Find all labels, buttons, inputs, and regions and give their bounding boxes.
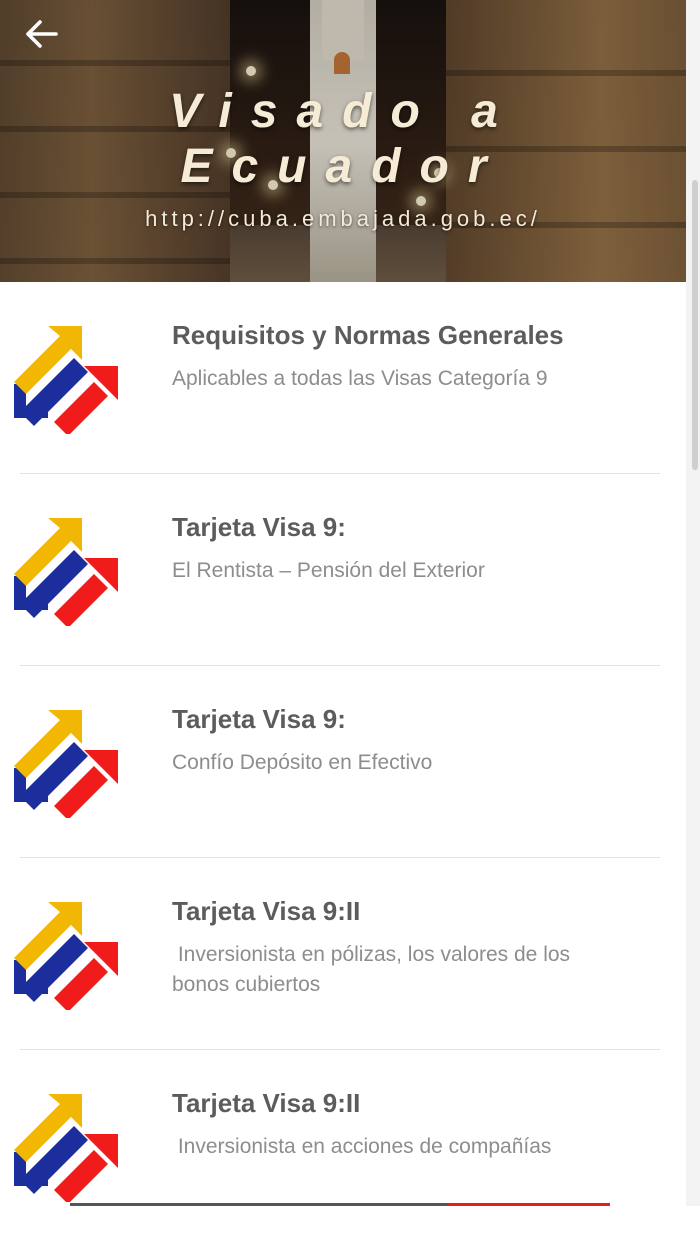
item-subtitle: El Rentista – Pensión del Exterior [172,559,485,582]
item-subtitle: Aplicables a todas las Visas Categoría 9 [172,367,548,390]
list-item[interactable]: Tarjeta Visa 9:II Inversionista en accio… [0,1050,686,1242]
header-banner: Visado a Ecuador http://cuba.embajada.go… [0,0,686,282]
scrollbar-thumb[interactable] [692,180,698,470]
item-title: Tarjeta Visa 9:II [172,896,361,926]
embassy-url[interactable]: http://cuba.embajada.gob.ec/ [0,206,686,232]
visa-list: Requisitos y Normas Generales Aplicables… [0,282,686,1242]
item-subtitle: Inversionista en pólizas, los valores de… [172,943,576,996]
item-title: Requisitos y Normas Generales [172,320,564,350]
item-subtitle: Inversionista en acciones de compañías [172,1135,552,1158]
ecuador-arrows-logo-icon [14,1094,118,1202]
ecuador-arrows-logo-icon [14,518,118,626]
list-item[interactable]: Requisitos y Normas Generales Aplicables… [0,282,686,474]
item-subtitle: Confío Depósito en Efectivo [172,751,433,774]
list-item[interactable]: Tarjeta Visa 9:II Inversionista en póliz… [0,858,686,1050]
item-title: Tarjeta Visa 9: [172,704,346,734]
ecuador-arrows-logo-icon [14,902,118,1010]
item-title: Tarjeta Visa 9:II [172,1088,361,1118]
ecuador-arrows-logo-icon [14,710,118,818]
list-item[interactable]: Tarjeta Visa 9: Confío Depósito en Efect… [0,666,686,858]
item-title: Tarjeta Visa 9: [172,512,346,542]
ecuador-arrows-logo-icon [14,326,118,434]
back-arrow-icon[interactable] [22,16,62,52]
app-title: Visado a Ecuador [169,85,517,193]
scrollbar[interactable] [686,0,700,1206]
list-item[interactable]: Tarjeta Visa 9: El Rentista – Pensión de… [0,474,686,666]
